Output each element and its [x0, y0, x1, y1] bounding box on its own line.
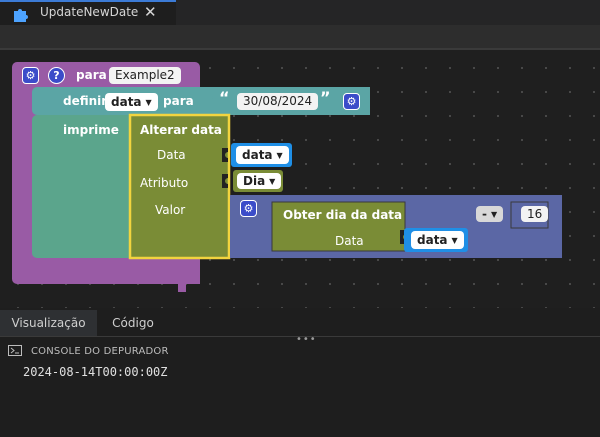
block-shapes — [12, 62, 562, 292]
number-field[interactable]: 16 — [521, 206, 549, 222]
puzzle-icon — [14, 9, 28, 22]
string-open-quote: “ — [219, 88, 230, 107]
string-gear-icon[interactable]: ⚙ — [343, 93, 360, 110]
math-gear-icon[interactable]: ⚙ — [240, 200, 257, 217]
get-day-variable-dropdown[interactable]: data ▼ — [411, 231, 464, 249]
date-string-field[interactable]: 30/08/2024 — [237, 93, 319, 110]
procedure-gear-icon[interactable]: ⚙ — [22, 67, 39, 84]
help-icon[interactable]: ? — [48, 67, 65, 84]
editor-tab[interactable]: UpdateNewDate ✕ — [0, 0, 176, 25]
toolbar — [0, 25, 600, 48]
value-input-label: Valor — [155, 203, 186, 217]
tab-title: UpdateNewDate — [40, 5, 139, 19]
get-day-input-label: Data — [335, 234, 364, 248]
procedure-name-field[interactable]: Example2 — [109, 67, 181, 84]
data-variable-dropdown[interactable]: data ▼ — [236, 146, 289, 164]
change-date-title: Alterar data — [140, 123, 222, 137]
attribute-input-label: Atributo — [140, 176, 189, 190]
procedure-keyword: para — [76, 68, 107, 82]
string-close-quote: ” — [320, 88, 331, 107]
tab-close-button[interactable]: ✕ — [144, 3, 157, 21]
tab-visualizacao[interactable]: Visualização — [0, 310, 97, 336]
operator-dropdown[interactable]: - ▼ — [476, 206, 504, 222]
data-input-label: Data — [157, 148, 186, 162]
terminal-icon — [8, 345, 22, 356]
set-variable-dropdown[interactable]: data ▼ — [105, 93, 158, 111]
attribute-dropdown[interactable]: Dia ▼ — [237, 173, 282, 189]
get-day-title: Obter dia da data — [283, 208, 403, 222]
print-keyword: imprime — [63, 123, 119, 137]
set-connector: para — [163, 94, 194, 108]
set-keyword: definir — [63, 94, 108, 108]
console-title: CONSOLE DO DEPURADOR — [31, 346, 169, 357]
panel-divider — [0, 336, 600, 337]
console-output-line: 2024-08-14T00:00:00Z — [23, 365, 168, 379]
blocks-workspace[interactable]: ⚙ ? para Example2 definir data ▼ para “ 3… — [0, 50, 600, 308]
tab-codigo[interactable]: Código — [99, 310, 167, 336]
